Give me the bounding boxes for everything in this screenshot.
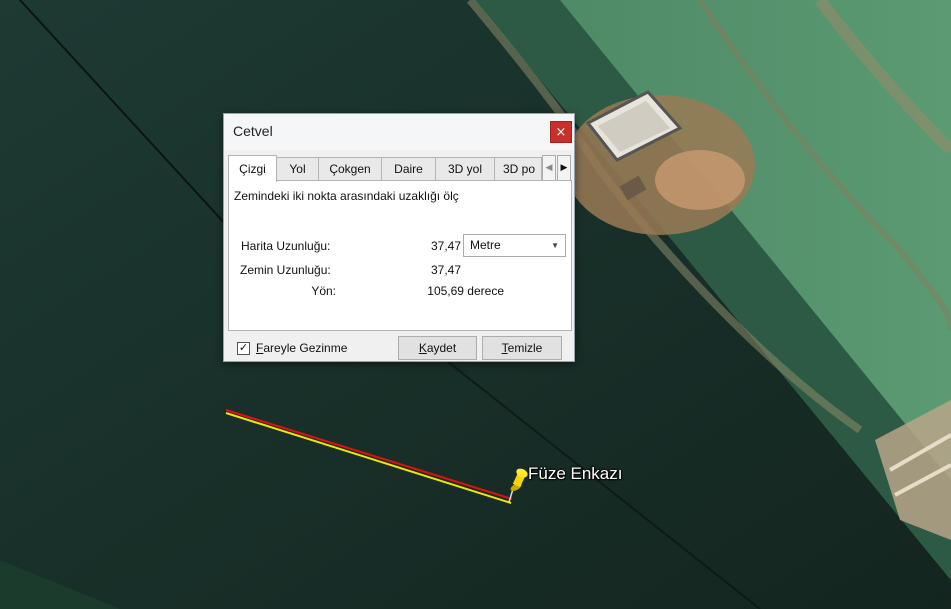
tab-scroll-left-icon[interactable]: ◀ <box>542 155 556 181</box>
ruler-dialog: Cetvel × Çizgi Yol Çokgen Daire 3D yol 3… <box>223 113 575 362</box>
save-button[interactable]: Kaydet <box>398 336 477 360</box>
mouse-nav-label-rest: areyle Gezinme <box>263 341 348 355</box>
mouse-nav-checkbox[interactable]: ✓ <box>237 342 250 355</box>
map-length-value: 37,47 <box>430 239 461 253</box>
unit-select[interactable]: Metre ▼ <box>463 234 566 257</box>
line-tab-panel: Zemindeki iki nokta arasındaki uzaklığı … <box>228 180 572 331</box>
dialog-title: Cetvel <box>233 123 273 139</box>
chevron-down-icon: ▼ <box>551 241 559 250</box>
save-label-rest: aydet <box>426 341 457 355</box>
heading-label: Yön: <box>311 284 336 298</box>
clear-button[interactable]: Temizle <box>482 336 562 360</box>
tool-description: Zemindeki iki nokta arasındaki uzaklığı … <box>234 189 459 203</box>
placemark-label[interactable]: Füze Enkazı <box>528 464 623 484</box>
tab-circle[interactable]: Daire <box>381 157 436 180</box>
close-button[interactable]: × <box>550 121 572 143</box>
ground-length-label: Zemin Uzunluğu: <box>240 263 331 277</box>
heading-value: 105,69 derece <box>427 284 504 298</box>
close-icon: × <box>555 125 567 140</box>
tab-line[interactable]: Çizgi <box>228 155 277 182</box>
unit-select-value: Metre <box>470 238 501 252</box>
ground-length-value: 37,47 <box>430 263 461 277</box>
tab-scroll-right-icon[interactable]: ▶ <box>557 155 571 181</box>
save-mnemonic: K <box>418 341 427 355</box>
tab-bar: Çizgi Yol Çokgen Daire 3D yol 3D po ◀ ▶ <box>228 155 572 182</box>
dialog-footer: ✓ Fareyle Gezinme Kaydet Temizle <box>224 332 574 362</box>
dirt-clearing-light <box>655 150 745 210</box>
tab-path[interactable]: Yol <box>276 157 319 180</box>
tab-3d-path[interactable]: 3D yol <box>435 157 495 180</box>
checkmark-icon: ✓ <box>238 342 249 354</box>
tab-3d-polygon[interactable]: 3D po <box>494 157 542 180</box>
dialog-titlebar[interactable]: Cetvel × <box>224 114 574 150</box>
clear-label-rest: emizle <box>507 341 543 355</box>
mouse-nav-label[interactable]: Fareyle Gezinme <box>256 341 347 355</box>
map-length-label: Harita Uzunluğu: <box>241 239 331 253</box>
tab-polygon[interactable]: Çokgen <box>318 157 382 180</box>
